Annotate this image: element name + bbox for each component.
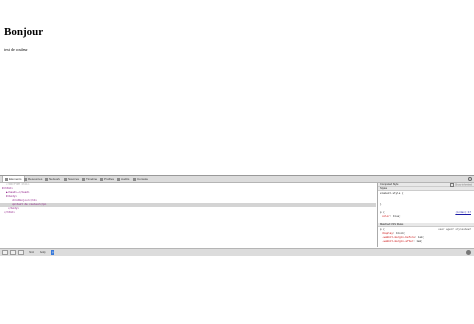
tab-timeline[interactable]: Timeline xyxy=(80,176,99,182)
elements-icon xyxy=(5,177,8,181)
element-style-close: } xyxy=(380,203,382,207)
rule-source-link[interactable]: (index):17 xyxy=(455,211,471,215)
tab-label: Console xyxy=(137,177,149,181)
dom-text: <h1>Bonjour</h1> xyxy=(12,199,37,202)
rule-color-declaration[interactable]: color: blue; xyxy=(382,215,401,219)
close-icon[interactable] xyxy=(468,177,472,181)
tab-label: Network xyxy=(49,177,61,181)
ua-source-label: user agent stylesheet xyxy=(438,228,471,231)
property-name: -webkit-margin-after xyxy=(382,240,414,243)
tab-label: Resources xyxy=(28,177,43,181)
sources-icon xyxy=(64,177,67,181)
breadcrumb-p[interactable]: p xyxy=(51,250,55,255)
profiles-icon xyxy=(100,177,103,181)
tab-network[interactable]: Network xyxy=(43,176,62,182)
audits-icon xyxy=(117,177,120,181)
styles-sidebar: Computed Style Show inherited Styles ele… xyxy=(377,183,474,247)
property-name: display xyxy=(382,232,393,235)
rendered-page: Bonjour text de couleur xyxy=(0,0,474,175)
tab-audits[interactable]: Audits xyxy=(115,176,131,182)
matched-rules-label: Matched CSS Rules xyxy=(380,223,404,226)
dom-text: <!DOCTYPE html> xyxy=(6,183,30,186)
dock-toggle-button[interactable] xyxy=(2,250,8,255)
devtools-tabbar: Elements Resources Network Sources Timel… xyxy=(0,176,474,183)
console-icon xyxy=(133,177,136,181)
dom-text: ▼<body> xyxy=(6,195,17,198)
computed-style-label: Computed Style xyxy=(380,183,399,186)
property-name: -webkit-margin-before xyxy=(382,236,415,239)
elements-tree: <!DOCTYPE html> ▼<html> ▶<head>…</head> … xyxy=(0,183,376,247)
dom-text: </html> xyxy=(4,211,15,214)
styles-label: Styles xyxy=(380,187,388,190)
rule-selector: p { xyxy=(380,211,385,214)
property-value: 1em; xyxy=(417,236,425,239)
tab-label: Profiles xyxy=(104,177,115,181)
brace-text: } xyxy=(380,203,382,206)
timeline-icon xyxy=(82,177,85,181)
element-style-open[interactable]: element.style { xyxy=(380,192,403,196)
property-value: block; xyxy=(396,232,406,235)
element-style-text: element.style { xyxy=(380,192,404,195)
tab-sources[interactable]: Sources xyxy=(62,176,81,182)
ua-declaration[interactable]: -webkit-margin-after: 1em; xyxy=(382,240,423,244)
dom-line-html-close[interactable]: </html> xyxy=(4,211,380,215)
dom-text: ▶<head>…</head> xyxy=(6,191,30,194)
dom-text: <p>text de couleur</p> xyxy=(12,203,47,206)
tab-label: Elements xyxy=(9,177,22,181)
ua-selector: p { xyxy=(380,228,385,231)
dom-text: ▼<html> xyxy=(2,187,13,190)
page-heading: Bonjour xyxy=(4,26,44,38)
devtools-bottombar: html body p xyxy=(0,248,474,256)
page-paragraph: text de couleur xyxy=(4,47,28,52)
breadcrumb-html[interactable]: html xyxy=(28,250,35,255)
console-toggle-button[interactable] xyxy=(10,250,16,255)
dom-text: </body> xyxy=(8,207,19,210)
gear-icon[interactable] xyxy=(466,250,471,255)
network-icon xyxy=(45,177,48,181)
devtools-panel: Elements Resources Network Sources Timel… xyxy=(0,175,474,256)
breadcrumb-body[interactable]: body xyxy=(39,250,47,255)
tab-label: Timeline xyxy=(86,177,98,181)
matched-rules-header[interactable]: Matched CSS Rules xyxy=(378,223,474,227)
tab-console[interactable]: Console xyxy=(131,176,150,182)
tab-resources[interactable]: Resources xyxy=(22,176,44,182)
styles-header[interactable]: Styles xyxy=(378,187,474,191)
tab-label: Sources xyxy=(68,177,80,181)
resources-icon xyxy=(24,177,27,181)
tab-profiles[interactable]: Profiles xyxy=(98,176,116,182)
inspect-element-button[interactable] xyxy=(18,250,24,255)
property-value: 1em; xyxy=(416,240,423,243)
tab-label: Audits xyxy=(121,177,130,181)
property-value[interactable]: blue; xyxy=(393,215,401,218)
property-name: color xyxy=(382,215,390,218)
